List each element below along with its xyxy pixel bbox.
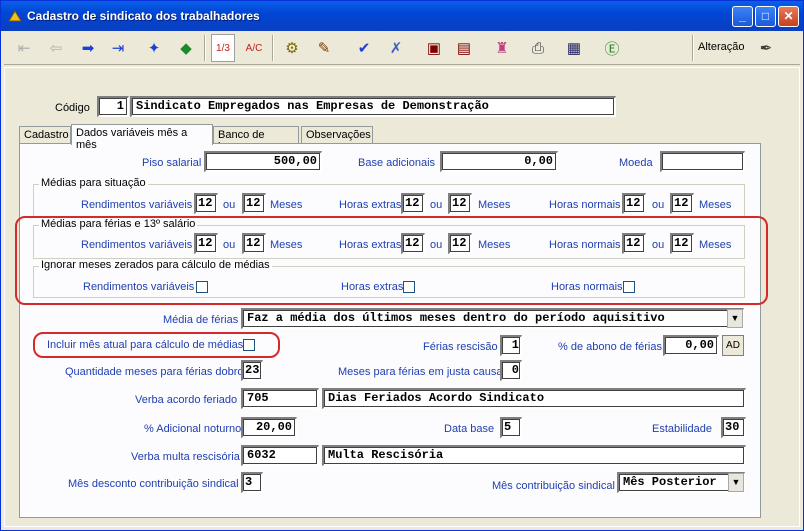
meses-label: Meses	[270, 199, 303, 211]
print-icon[interactable]: ⎙	[526, 36, 550, 60]
edit-icon[interactable]: ✎	[312, 36, 336, 60]
estabilidade-field[interactable]: 30	[721, 417, 746, 438]
incluir-checkbox[interactable]	[243, 339, 255, 351]
data-base-field[interactable]: 5	[500, 417, 522, 438]
title-bar[interactable]: Cadastro de sindicato dos trabalhadores …	[1, 1, 803, 31]
abono-field[interactable]: 0,00	[663, 335, 719, 356]
verba-feriado-label: Verba acordo feriado	[135, 394, 238, 406]
mes-desconto-label: Mês desconto contribuição sindical	[68, 478, 239, 490]
estabilidade-label: Estabilidade	[652, 423, 712, 435]
window-title: Cadastro de sindicato dos trabalhadores	[27, 9, 260, 23]
pen-icon[interactable]: ✒	[754, 36, 778, 60]
cancel-icon[interactable]: ✗	[384, 36, 408, 60]
tab-observacoes[interactable]: Observações	[301, 126, 373, 144]
g1-hextra-label: Horas extras	[339, 199, 402, 211]
sort-alpha-icon[interactable]: A/C	[242, 36, 266, 60]
moeda-field[interactable]	[660, 151, 745, 172]
g1-rend-b-field[interactable]: 12	[242, 193, 266, 214]
ou-label: ou	[430, 199, 443, 211]
verba-feriado-desc-field[interactable]: Dias Feriados Acordo Sindicato	[322, 388, 746, 409]
justa-causa-label: Meses para férias em justa causa	[338, 366, 503, 378]
incluir-label: Incluir mês atual para cálculo de médias	[47, 339, 244, 351]
chevron-down-icon[interactable]: ▼	[728, 473, 744, 492]
sort-numeric-icon[interactable]: 1/3	[211, 34, 235, 62]
ferias-rescisao-label: Férias rescisão	[423, 341, 498, 353]
report-icon[interactable]: ▦	[562, 36, 586, 60]
chevron-down-icon[interactable]: ▼	[727, 309, 743, 328]
g1-rend-a-field[interactable]: 12	[194, 193, 218, 214]
nome-sindicato-field[interactable]: Sindicato Empregados nas Empresas de Dem…	[130, 96, 616, 117]
g1-hextra-b-field[interactable]: 12	[448, 193, 472, 214]
meses-label: Meses	[699, 199, 732, 211]
adicional-noturno-field[interactable]: 20,00	[241, 417, 297, 438]
moeda-label: Moeda	[619, 157, 653, 169]
base-field[interactable]: 0,00	[440, 151, 558, 172]
toolbar-separator	[272, 35, 274, 61]
piso-field[interactable]: 500,00	[204, 151, 322, 172]
group-title: Médias para situação	[39, 177, 148, 189]
confirm-icon[interactable]: ✔	[352, 36, 376, 60]
main-window: Cadastro de sindicato dos trabalhadores …	[0, 0, 804, 531]
mes-desconto-field[interactable]: 3	[241, 472, 263, 493]
mes-contribuicao-label: Mês contribuição sindical	[492, 480, 615, 492]
g1-hextra-a-field[interactable]: 12	[401, 193, 425, 214]
previous-record-icon[interactable]: ⇦	[44, 36, 68, 60]
highlight-box	[15, 216, 768, 305]
birthday-icon[interactable]: ♜	[490, 36, 514, 60]
tab-cadastro[interactable]: Cadastro	[19, 126, 71, 144]
export-icon[interactable]: Ⓔ	[600, 36, 624, 60]
verba-multa-label: Verba multa rescisória	[131, 451, 240, 463]
filter-icon[interactable]: ◆	[174, 36, 198, 60]
search-icon[interactable]: ✦	[142, 36, 166, 60]
media-ferias-select[interactable]: Faz a média dos últimos meses dentro do …	[241, 308, 744, 329]
verba-multa-code-field[interactable]: 6032	[241, 445, 319, 466]
last-record-icon[interactable]: ⇥	[106, 36, 130, 60]
tab-banco-horas[interactable]: Banco de horas	[213, 126, 299, 153]
media-ferias-label: Média de férias	[163, 314, 239, 326]
g1-hnormal-a-field[interactable]: 12	[622, 193, 646, 214]
first-record-icon[interactable]: ⇤	[12, 36, 36, 60]
g1-hnormal-b-field[interactable]: 12	[670, 193, 694, 214]
codigo-field[interactable]: 1	[97, 96, 129, 117]
piso-label: Piso salarial	[142, 157, 202, 169]
g1-hnormal-label: Horas normais	[549, 199, 621, 211]
justa-causa-field[interactable]: 0	[500, 360, 522, 381]
data-base-label: Data base	[444, 423, 495, 435]
tab-dados-variaveis[interactable]: Dados variáveis mês a mês	[71, 124, 213, 151]
delete-icon[interactable]: ▣	[422, 36, 446, 60]
ou-label: ou	[652, 199, 665, 211]
tools-icon[interactable]: ⚙	[280, 36, 304, 60]
ou-label: ou	[223, 199, 236, 211]
minimize-button[interactable]: _	[732, 6, 753, 27]
maximize-button[interactable]: □	[755, 6, 776, 27]
verba-multa-desc-field[interactable]: Multa Rescisória	[322, 445, 746, 466]
toolbar-separator	[204, 35, 206, 61]
toolbar: ⇤ ⇦ ➡ ⇥ ✦ ◆ 1/3 A/C ⚙ ✎ ✔ ✗ ▣ ▤ ♜ ⎙ ▦ Ⓔ …	[4, 31, 800, 65]
qtd-dobro-field[interactable]: 23	[241, 360, 263, 381]
toolbar-separator	[692, 35, 694, 61]
save-icon[interactable]: ▤	[452, 36, 476, 60]
base-label: Base adicionais	[358, 157, 436, 169]
g1-rend-label: Rendimentos variáveis	[81, 199, 193, 211]
adicional-noturno-label: % Adicional noturno	[144, 423, 242, 435]
next-record-icon[interactable]: ➡	[76, 36, 100, 60]
ad-button[interactable]: AD	[722, 335, 744, 356]
meses-label: Meses	[478, 199, 511, 211]
mode-label: Alteração	[698, 41, 745, 53]
codigo-label: Código	[55, 102, 90, 114]
close-button[interactable]: ✕	[778, 6, 799, 27]
verba-feriado-code-field[interactable]: 705	[241, 388, 319, 409]
ferias-rescisao-field[interactable]: 1	[500, 335, 522, 356]
mes-contribuicao-select[interactable]: Mês Posterior	[617, 472, 745, 493]
app-icon	[8, 10, 22, 22]
abono-label: % de abono de férias	[558, 341, 662, 353]
qtd-dobro-label: Quantidade meses para férias dobro	[65, 366, 244, 378]
